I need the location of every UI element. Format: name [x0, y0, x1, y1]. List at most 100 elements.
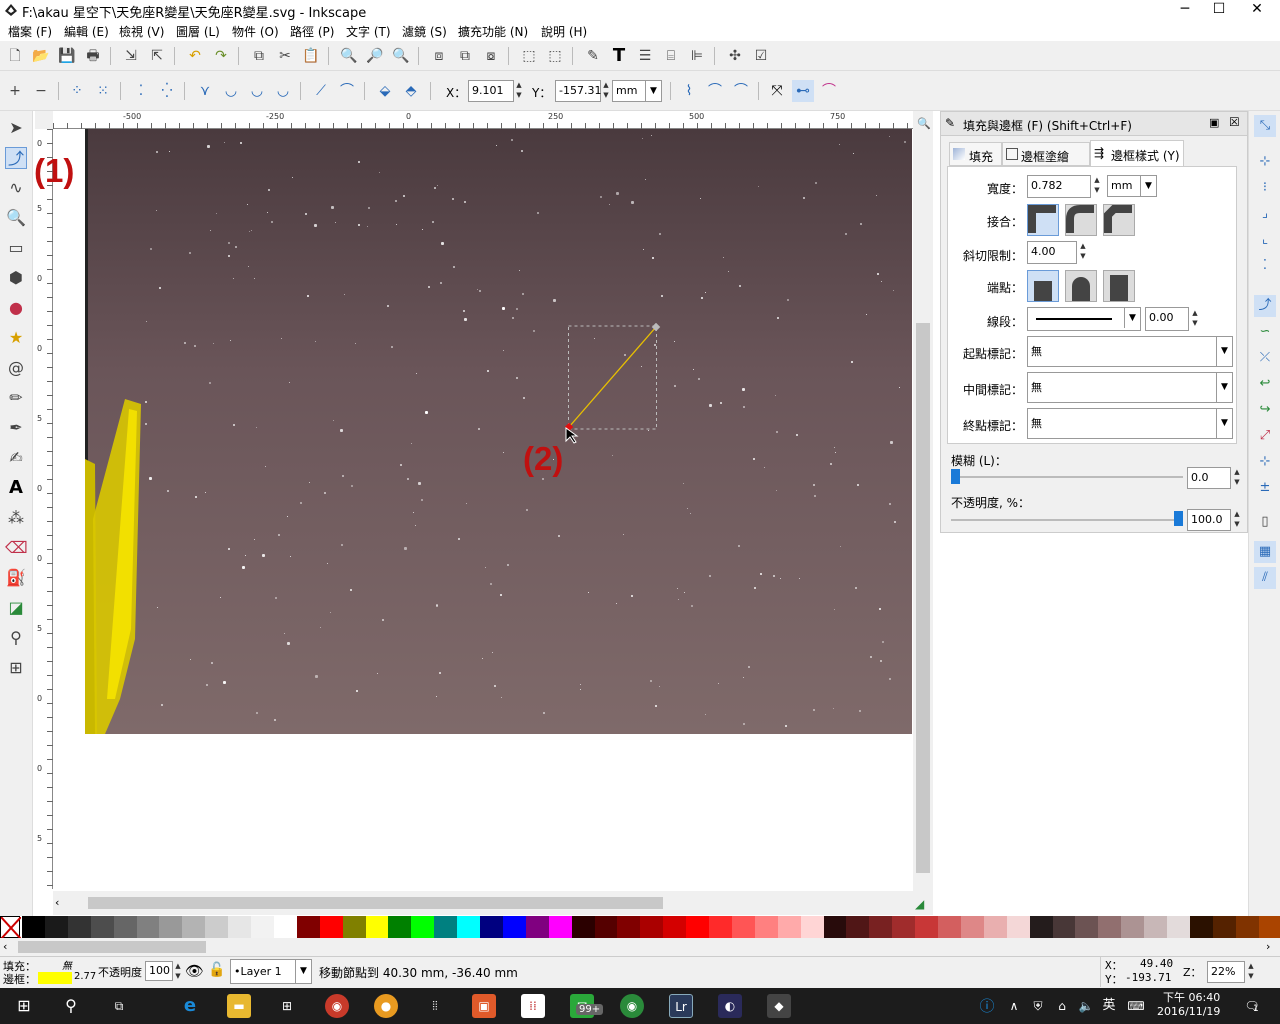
opacity-slider-track[interactable] [951, 519, 1183, 521]
security-icon[interactable]: ⛨ [1026, 994, 1050, 1018]
panel-close-icon[interactable]: ☒ [1229, 115, 1240, 129]
butt-cap-button[interactable] [1027, 270, 1059, 302]
y-coordinate-input[interactable]: -157.31 [555, 80, 601, 102]
palette-swatch[interactable] [1189, 916, 1213, 938]
tray-chevron-icon[interactable]: ∧ [1002, 994, 1026, 1018]
x-coordinate-input[interactable]: 9.101 [468, 80, 514, 102]
chrome-icon[interactable]: ◉ [325, 994, 349, 1018]
palette-swatch[interactable] [640, 916, 664, 938]
round-cap-button[interactable] [1065, 270, 1097, 302]
palette-swatch[interactable] [182, 916, 206, 938]
palette-swatch[interactable] [388, 916, 412, 938]
palette-swatch[interactable] [777, 916, 801, 938]
auto-smooth-node-icon[interactable]: ◡ [272, 80, 294, 102]
show-handles-icon[interactable]: ⊷ [792, 80, 814, 102]
clock-time[interactable]: 下午 06:40 [1163, 989, 1220, 1005]
palette-swatch[interactable] [1029, 916, 1053, 938]
miter-spin-icon[interactable]: ▲ ▼ [1078, 241, 1088, 263]
mid-marker-select[interactable]: 無 ▼ [1027, 372, 1233, 403]
spray-tool-icon[interactable]: ⁂ [5, 507, 27, 529]
menu-path[interactable]: 路徑 (P) [290, 23, 334, 40]
lightroom-icon[interactable]: Lr [669, 994, 693, 1018]
symmetric-node-icon[interactable]: ◡ [246, 80, 268, 102]
menu-extensions[interactable]: 擴充功能 (N) [458, 23, 528, 40]
ime-indicator[interactable]: 英 [1097, 994, 1121, 1018]
fill-value[interactable]: 無 [62, 957, 72, 972]
dropper-tool-icon[interactable]: ⚲ [5, 627, 27, 649]
stroke-to-path-icon[interactable]: ⬘ [400, 80, 422, 102]
palette-swatch[interactable] [892, 916, 916, 938]
palette-swatch[interactable] [617, 916, 641, 938]
unlink-clone-icon[interactable]: ⧇ [480, 45, 502, 67]
blur-spin-icon[interactable]: ▲ ▼ [1232, 467, 1242, 489]
stroke-width-value[interactable]: 2.77 [74, 971, 96, 982]
snap-object-centers-icon[interactable]: ⊹ [1254, 451, 1276, 473]
opacity-status-spin-icon[interactable]: ▲ ▼ [173, 961, 183, 981]
blur-slider-thumb[interactable] [951, 469, 960, 484]
scroll-thumb[interactable] [916, 323, 930, 873]
snap-cusp-nodes-icon[interactable]: ↩ [1254, 373, 1276, 395]
palette-swatch[interactable] [1235, 916, 1259, 938]
snap-intersections-icon[interactable]: ⤫ [1254, 347, 1276, 369]
palette-swatch[interactable] [915, 916, 939, 938]
palette-swatch[interactable] [1167, 916, 1190, 938]
snap-bbox-corners-icon[interactable]: ⌟ [1254, 203, 1276, 225]
palette-swatch[interactable] [823, 916, 847, 938]
clone-icon[interactable]: ⧉ [454, 45, 476, 67]
bevel-join-button[interactable] [1103, 204, 1135, 236]
palette-swatch[interactable] [136, 916, 160, 938]
keyboard-icon[interactable]: ⌨ [1124, 994, 1148, 1018]
menu-view[interactable]: 檢視 (V) [119, 23, 164, 40]
menu-layer[interactable]: 圖層 (L) [176, 23, 220, 40]
layers-icon[interactable]: ☰ [634, 45, 656, 67]
scroll-thumb[interactable] [18, 941, 206, 953]
tab-stroke-style[interactable]: ⇶ 邊框樣式 (Y) [1090, 140, 1184, 167]
info-icon[interactable]: ⓘ [975, 994, 999, 1018]
snap-rotation-center-icon[interactable]: ± [1254, 477, 1276, 499]
lock-icon[interactable]: 🔓 [208, 962, 225, 978]
star-field-photo[interactable] [85, 129, 912, 734]
ellipse-tool-icon[interactable]: ● [5, 297, 27, 319]
tab-fill[interactable]: 填充 [949, 142, 1002, 166]
snap-bbox-icon[interactable]: ⊹ [1254, 151, 1276, 173]
action-center-icon[interactable]: 🗨 [1240, 994, 1264, 1018]
dash-pattern-select[interactable]: ▼ [1027, 307, 1141, 331]
save-icon[interactable]: 💾 [56, 45, 78, 67]
text-font-icon[interactable]: T [608, 45, 630, 67]
connector-tool-icon[interactable]: ⊞ [5, 657, 27, 679]
store-icon[interactable]: ⊞ [275, 994, 299, 1018]
palette-swatch[interactable] [205, 916, 229, 938]
tweak-tool-icon[interactable]: ∿ [5, 177, 27, 199]
palette-swatch[interactable] [525, 916, 549, 938]
dash-offset-input[interactable]: 0.00 [1145, 307, 1189, 331]
stroke-width-input[interactable]: 0.782 [1027, 175, 1091, 198]
palette-swatch[interactable] [342, 916, 366, 938]
canvas-vertical-scrollbar[interactable]: 🔍 [913, 111, 933, 891]
snap-bbox-midpoints-icon[interactable]: ⌞ [1254, 229, 1276, 251]
palette-swatch[interactable] [67, 916, 91, 938]
cut-icon[interactable]: ✂ [274, 45, 296, 67]
3d-box-tool-icon[interactable]: ⬢ [5, 267, 27, 289]
palette-swatch[interactable] [273, 916, 297, 938]
insert-node-icon[interactable]: + [4, 80, 26, 102]
clip-path-edit-icon[interactable]: ⌒ [704, 80, 726, 102]
open-icon[interactable]: 📂 [30, 45, 52, 67]
palette-swatch[interactable] [1075, 916, 1099, 938]
palette-swatch[interactable] [960, 916, 984, 938]
palette-swatch[interactable] [228, 916, 252, 938]
file-explorer-icon[interactable]: ▬ [227, 994, 251, 1018]
palette-swatch[interactable] [90, 916, 114, 938]
tab-stroke-paint[interactable]: 邊框塗繪 (P) [1002, 142, 1090, 179]
x-spin-icon[interactable]: ▲ ▼ [514, 80, 524, 102]
scroll-thumb[interactable] [88, 897, 663, 909]
zoom-spin-icon[interactable]: ▲ ▼ [1246, 961, 1256, 983]
blur-slider-track[interactable] [951, 476, 1183, 478]
paint-bucket-tool-icon[interactable]: ⛽ [5, 567, 27, 589]
group-icon[interactable]: ⬚ [518, 45, 540, 67]
palette-swatch[interactable] [548, 916, 572, 938]
transform-handles-icon[interactable]: ⤧ [766, 80, 788, 102]
palette-swatch[interactable] [1144, 916, 1168, 938]
unit-select[interactable]: mm ▼ [612, 80, 662, 102]
search-icon[interactable]: ⚲ [59, 994, 83, 1018]
edit-path-effect-icon[interactable]: ⌇ [678, 80, 700, 102]
